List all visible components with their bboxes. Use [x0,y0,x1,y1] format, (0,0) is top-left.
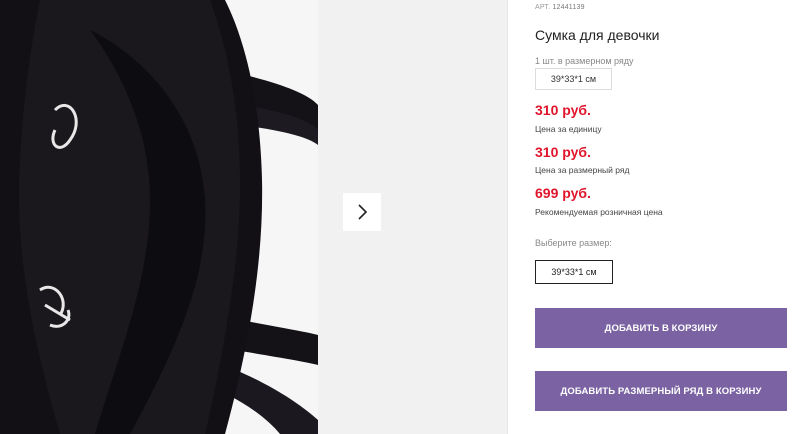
bag-image [0,0,318,434]
unit-price-label: Цена за единицу [535,124,602,134]
retail-price: 699 руб. [535,185,591,201]
qty-note: 1 шт. в размерном ряду [535,56,634,66]
sku-value: 12441139 [552,4,585,11]
series-price-label: Цена за размерный ряд [535,165,630,175]
choose-size-label: Выберите размер: [535,238,612,248]
sku-label: АРТ. [535,4,551,11]
add-series-to-cart-button[interactable]: ДОБАВИТЬ РАЗМЕРНЫЙ РЯД В КОРЗИНУ [535,371,787,411]
product-gallery [0,0,507,434]
series-price: 310 руб. [535,144,591,160]
next-image-button[interactable] [343,193,381,231]
size-option-selected[interactable]: 39*33*1 см [535,260,613,284]
retail-price-label: Рекомендуемая розничная цена [535,207,663,217]
chevron-right-icon [358,204,368,220]
product-title: Сумка для девочки [535,27,660,43]
series-size-chip: 39*33*1 см [535,68,612,90]
product-photo [0,0,318,434]
sku: АРТ. 12441139 [535,4,585,11]
add-to-cart-button[interactable]: ДОБАВИТЬ В КОРЗИНУ [535,308,787,348]
divider [507,0,508,434]
unit-price: 310 руб. [535,102,591,118]
